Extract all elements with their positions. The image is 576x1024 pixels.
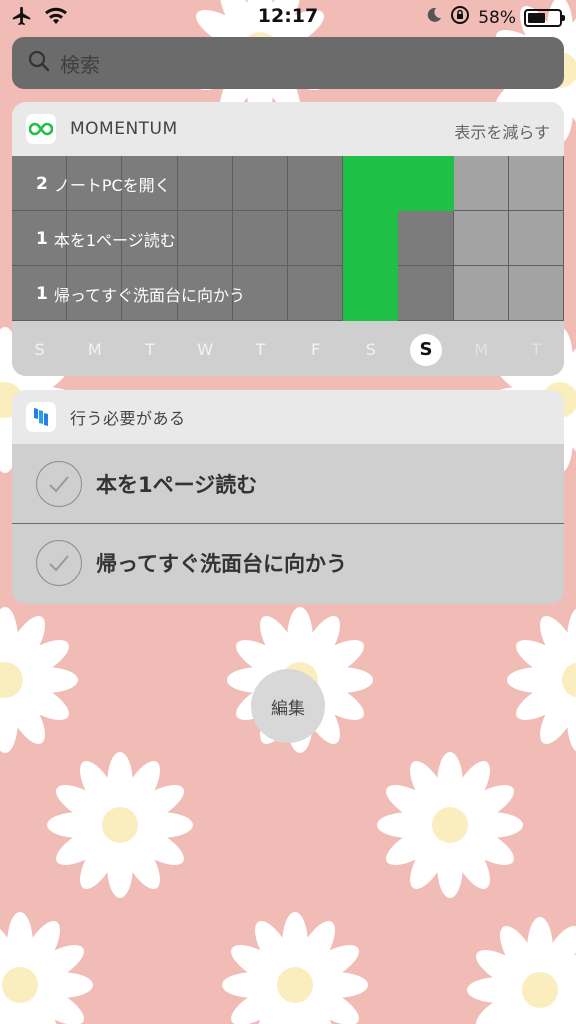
habit-cell (177, 211, 233, 266)
todo-app-icon[interactable] (26, 402, 56, 432)
todo-item-label: 本を1ページ読む (96, 472, 258, 497)
status-bar: 12:17 58% (0, 0, 576, 34)
habit-cell-done (343, 156, 399, 211)
habit-cell (508, 266, 564, 321)
checkmark-circle-icon[interactable] (36, 460, 82, 507)
momentum-header: MOMENTUM 表示を減らす (12, 102, 564, 156)
day-label-today: S (410, 334, 442, 366)
habit-cell (232, 211, 288, 266)
day-label: T (145, 340, 155, 359)
show-less-button[interactable]: 表示を減らす (454, 119, 550, 143)
day-label: T (531, 340, 542, 359)
habit-cell (453, 156, 509, 211)
habit-cell-done (343, 211, 399, 266)
habit-cell (398, 211, 454, 266)
rotation-lock-icon (450, 5, 470, 30)
day-label: M (474, 340, 489, 359)
todo-list: 本を1ページ読む 帰ってすぐ洗面台に向かう (12, 444, 564, 602)
todo-widget: 行う必要がある 本を1ページ読む 帰ってすぐ洗面台に向かう (12, 390, 564, 604)
habit-cell-done (343, 266, 399, 321)
habit-cell (288, 266, 344, 321)
moon-icon (426, 7, 442, 28)
habit-name: ノートPCを開く (53, 175, 171, 195)
habit-cell (453, 211, 509, 266)
search-icon (28, 50, 50, 76)
todo-header: 行う必要がある (12, 390, 564, 444)
edit-button[interactable]: 編集 (251, 669, 325, 743)
day-label: S (365, 340, 376, 359)
battery-percentage: 58% (478, 7, 516, 28)
habit-grid: 2 ノートPCを開く 1 本を1ページ読む 1 帰ってすぐ洗面台に向かう (12, 156, 564, 322)
habit-count: 1 (36, 283, 48, 304)
habit-cell (508, 211, 564, 266)
search-field[interactable]: 検索 (12, 37, 564, 89)
battery-icon (524, 8, 565, 27)
habit-name: 帰ってすぐ洗面台に向かう (53, 285, 246, 305)
habit-count: 2 (36, 173, 48, 194)
momentum-widget: MOMENTUM 表示を減らす 2 ノートPCを開く 1 本を1ページ読む 1 帰ってすぐ… (12, 102, 564, 376)
habit-label[interactable]: 2 ノートPCを開く (36, 156, 171, 211)
todo-item[interactable]: 本を1ページ読む (12, 444, 564, 523)
todo-item[interactable]: 帰ってすぐ洗面台に向かう (12, 523, 564, 602)
habit-cell (398, 266, 454, 321)
habit-label[interactable]: 1 本を1ページ読む (36, 211, 176, 266)
momentum-title: MOMENTUM (70, 119, 178, 139)
momentum-app-icon[interactable] (26, 114, 56, 144)
habit-cell (288, 156, 344, 211)
habit-label[interactable]: 1 帰ってすぐ洗面台に向かう (36, 266, 245, 321)
todo-item-label: 帰ってすぐ洗面台に向かう (96, 552, 347, 576)
day-label: M (87, 340, 102, 359)
habit-cell (288, 211, 344, 266)
day-label: T (255, 340, 266, 359)
search-placeholder: 検索 (60, 52, 100, 77)
habit-cell (232, 156, 288, 211)
day-label: W (197, 340, 214, 359)
todo-title: 行う必要がある (70, 409, 186, 428)
day-label: F (310, 340, 321, 359)
day-row: SMTWTFSSMT (12, 322, 564, 376)
habit-count: 1 (36, 228, 48, 249)
habit-cell-done (398, 156, 454, 211)
habit-cell (177, 156, 233, 211)
day-label: S (34, 340, 45, 359)
habit-cell (508, 156, 564, 211)
habit-cell (453, 266, 509, 321)
checkmark-circle-icon[interactable] (36, 540, 82, 586)
battery-fill (528, 12, 546, 23)
habit-name: 本を1ページ読む (53, 230, 176, 250)
